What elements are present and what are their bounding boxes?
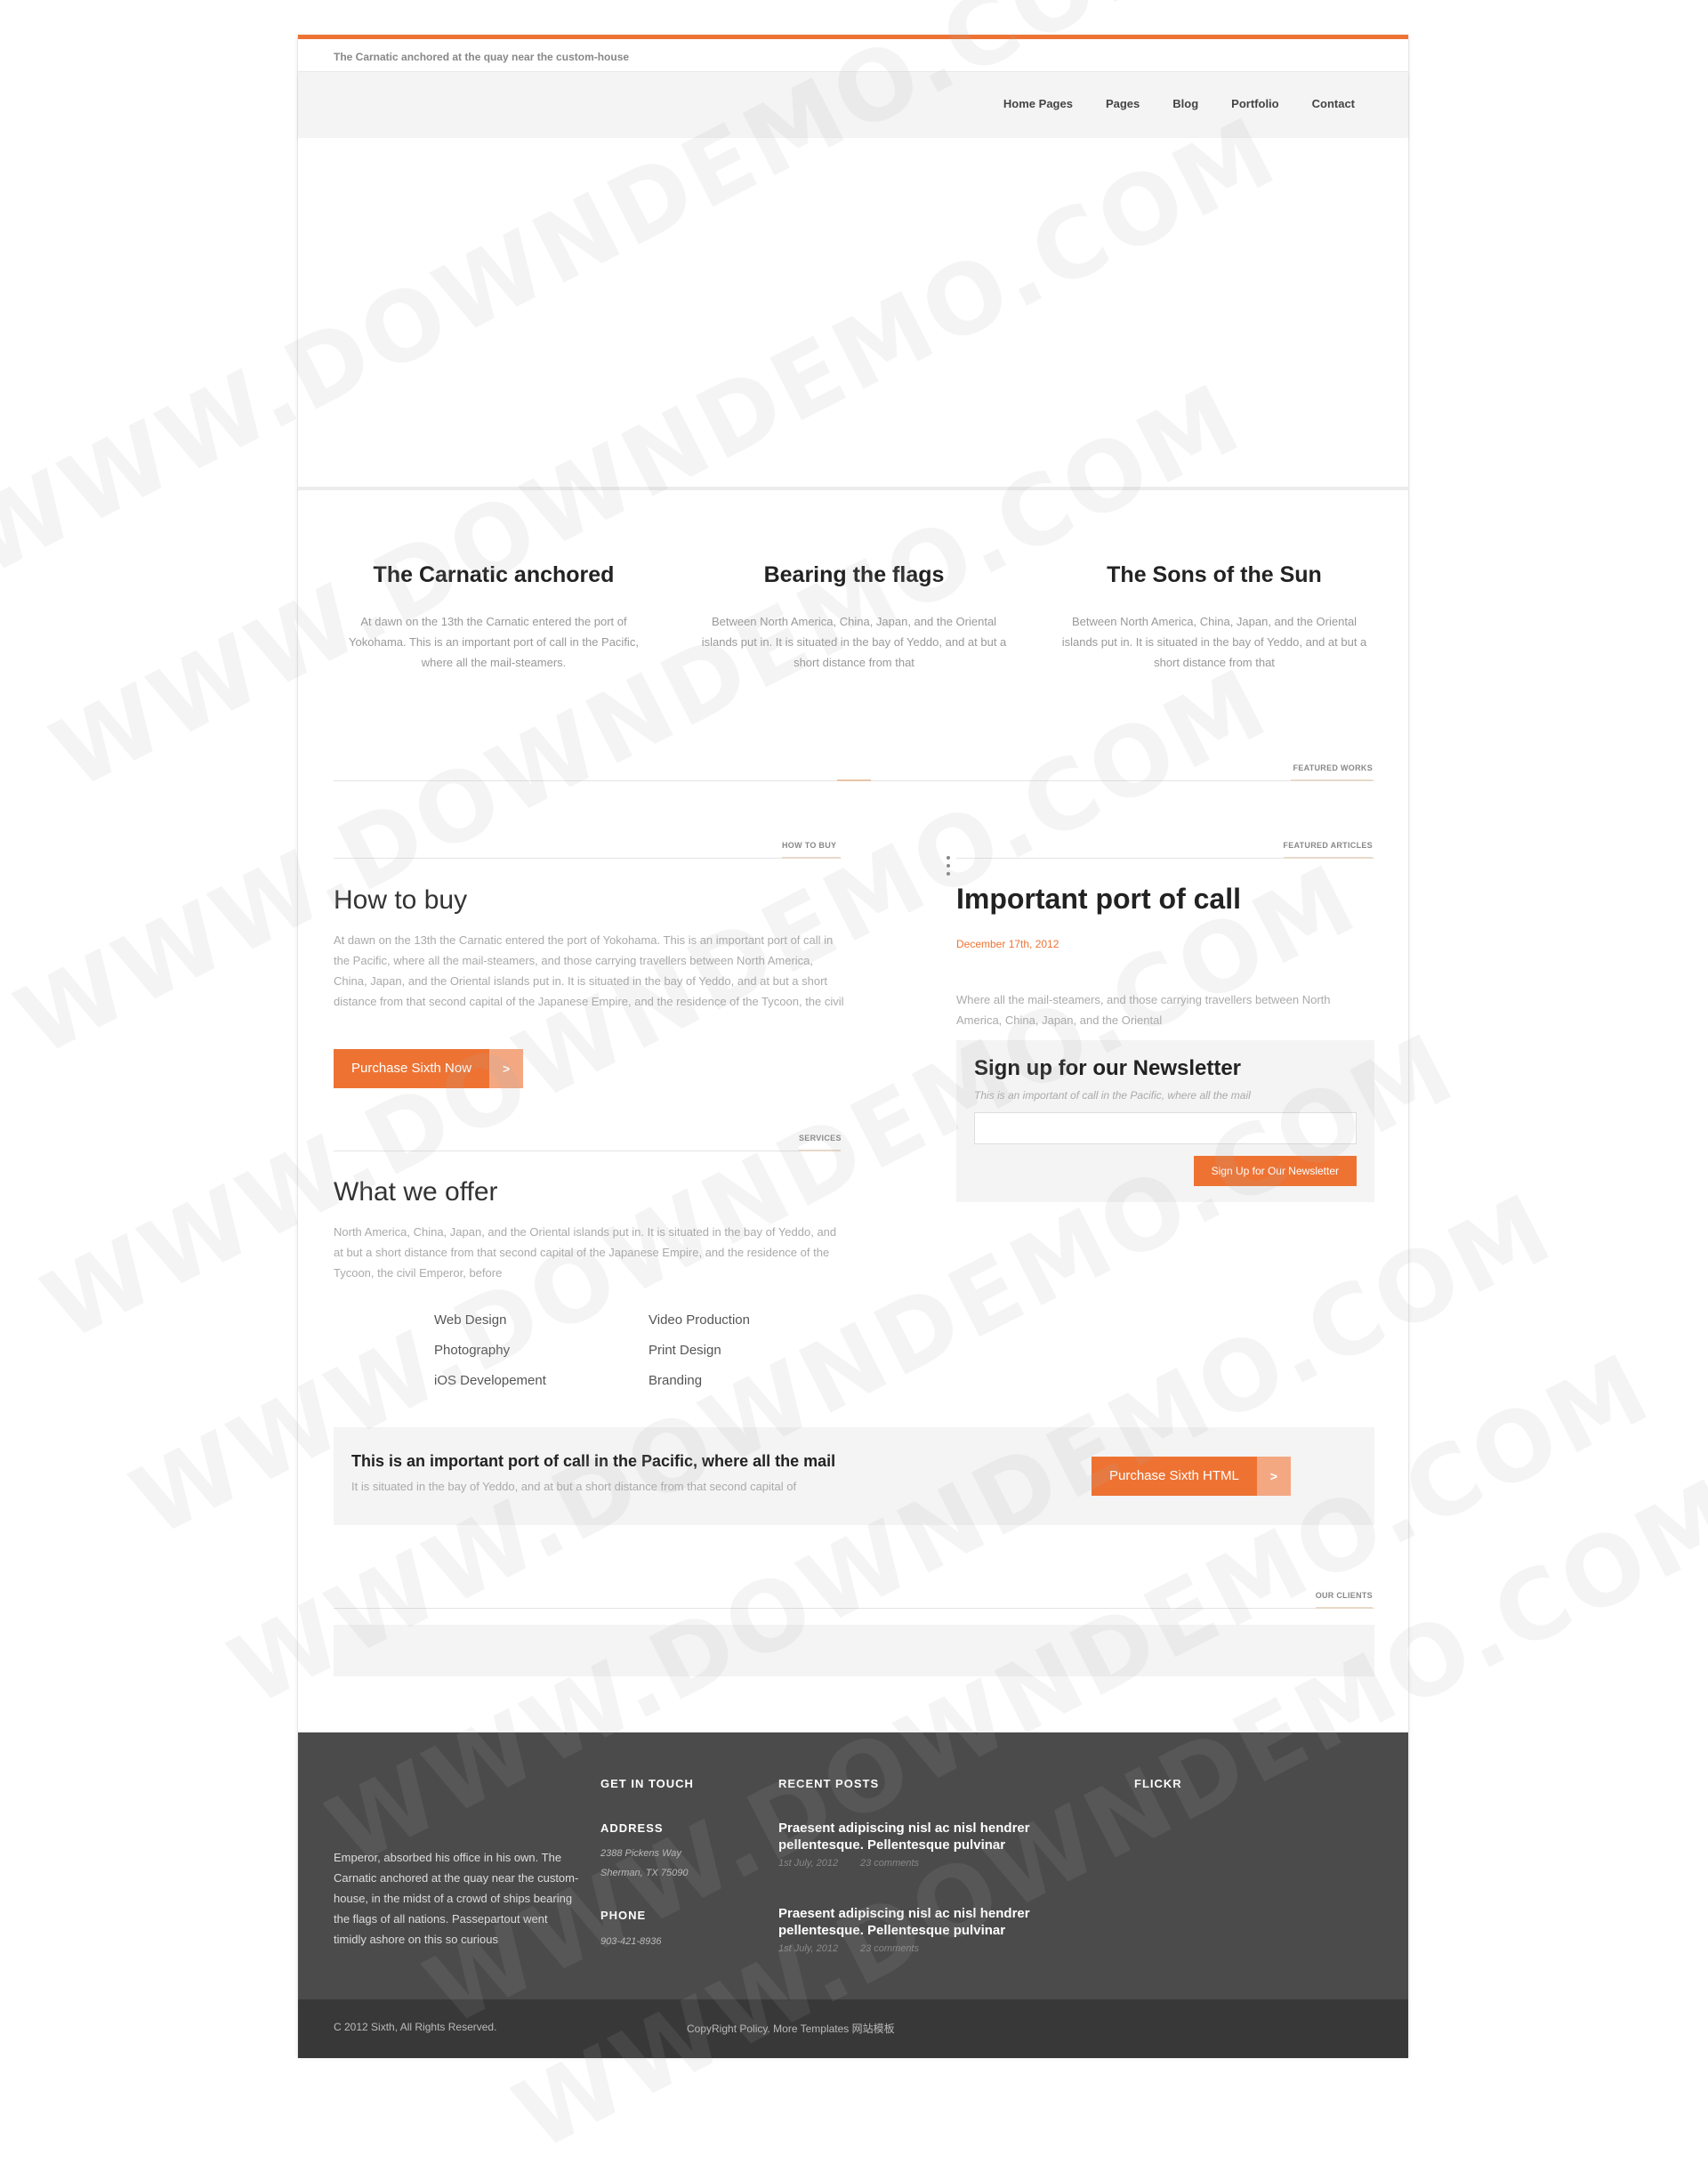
phone-heading: PHONE: [600, 1909, 647, 1922]
newsletter-email-input[interactable]: [974, 1112, 1357, 1144]
service-item: iOS Developement: [434, 1373, 546, 1388]
our-clients-accent: [1316, 1607, 1373, 1609]
nav-item-contact[interactable]: Contact: [1312, 97, 1355, 110]
address-line: 2388 Pickens Way: [600, 1848, 681, 1859]
copyright-text: C 2012 Sixth, All Rights Reserved.: [334, 2021, 497, 2033]
service-item: Print Design: [649, 1343, 721, 1358]
newsletter-title: Sign up for our Newsletter: [974, 1056, 1242, 1080]
recent-post-title[interactable]: Praesent adipiscing nisl ac nisl hendrer…: [778, 1820, 1045, 1853]
article-date: December 17th, 2012: [956, 938, 1059, 950]
nav-item-blog[interactable]: Blog: [1172, 97, 1198, 110]
main-navigation: Home Pages Pages Blog Portfolio Contact: [298, 71, 1408, 137]
address-heading: ADDRESS: [600, 1821, 664, 1835]
nav-item-portfolio[interactable]: Portfolio: [1231, 97, 1278, 110]
purchase-sixth-now-button[interactable]: Purchase Sixth Now >: [334, 1049, 524, 1088]
article-excerpt: Where all the mail-steamers, and those c…: [956, 993, 1331, 1027]
how-to-buy-accent: [782, 857, 841, 859]
site-tagline: The Carnatic anchored at the quay near t…: [334, 51, 630, 63]
feature-text: Between North America, China, Japan, and…: [1061, 615, 1367, 669]
feature-column: Bearing the flags Between North America,…: [694, 562, 1014, 673]
feature-text: At dawn on the 13th the Carnatic entered…: [349, 615, 639, 669]
service-item: Video Production: [649, 1312, 750, 1328]
accent-top-line: [298, 35, 1408, 39]
featured-works-accent: [1291, 779, 1373, 781]
featured-articles-accent: [1284, 857, 1373, 859]
arrow-right-icon: >: [1256, 1457, 1291, 1496]
service-item: Photography: [434, 1343, 511, 1358]
our-clients-label: OUR CLIENTS: [1315, 1591, 1373, 1600]
flickr-heading: FLICKR: [1134, 1777, 1182, 1790]
newsletter-signup-button[interactable]: Sign Up for Our Newsletter: [1193, 1156, 1357, 1186]
how-to-buy-label: HOW TO BUY: [782, 841, 837, 850]
how-to-buy-text: At dawn on the 13th the Carnatic entered…: [334, 933, 844, 1008]
nav-item-home-pages[interactable]: Home Pages: [1003, 97, 1073, 110]
recent-post-comments[interactable]: 23 comments: [860, 1858, 919, 1869]
feature-title: The Sons of the Sun: [1107, 562, 1322, 587]
feature-title: Bearing the flags: [763, 562, 945, 587]
article-title[interactable]: Important port of call: [956, 883, 1241, 916]
how-to-buy-title: How to buy: [334, 885, 468, 915]
feature-column: The Carnatic anchored At dawn on the 13t…: [334, 562, 654, 673]
our-clients-divider: [334, 1608, 1374, 1609]
feature-title: The Carnatic anchored: [373, 562, 615, 587]
carousel-indicator[interactable]: [837, 779, 871, 781]
featured-works-label: FEATURED WORKS: [1293, 763, 1373, 772]
how-to-buy-divider: [334, 858, 841, 859]
cta-subtitle: It is situated in the bay of Yeddo, and …: [351, 1480, 797, 1493]
purchase-button-label: Purchase Sixth HTML: [1092, 1457, 1257, 1496]
purchase-sixth-html-button[interactable]: Purchase Sixth HTML >: [1092, 1457, 1291, 1496]
recent-posts-heading: RECENT POSTS: [778, 1777, 880, 1790]
services-accent: [799, 1150, 841, 1151]
features-row: The Carnatic anchored At dawn on the 13t…: [334, 562, 1374, 673]
get-in-touch-heading: GET IN TOUCH: [600, 1777, 694, 1790]
page-container: The Carnatic anchored at the quay near t…: [297, 35, 1409, 2058]
bottom-bar: C 2012 Sixth, All Rights Reserved. CopyR…: [298, 1999, 1408, 2058]
newsletter-box: Sign up for our Newsletter This is an im…: [956, 1040, 1374, 1202]
footer: Emperor, absorbed his office in his own.…: [298, 1732, 1408, 1999]
recent-post-comments[interactable]: 23 comments: [860, 1943, 919, 1954]
services-label: SERVICES: [799, 1134, 842, 1143]
what-we-offer-title: What we offer: [334, 1177, 498, 1207]
services-list-right: Video Production Print Design Branding: [649, 1305, 750, 1396]
call-to-action-box: This is an important port of call in the…: [334, 1427, 1374, 1525]
phone-number: 903-421-8936: [600, 1936, 662, 1947]
nav-item-pages[interactable]: Pages: [1106, 97, 1140, 110]
footer-links[interactable]: CopyRight Policy. More Templates 网站模板: [687, 2021, 895, 2036]
services-list-left: Web Design Photography iOS Developement: [434, 1305, 546, 1396]
featured-articles-label: FEATURED ARTICLES: [1283, 841, 1373, 850]
service-item: Branding: [649, 1373, 703, 1388]
arrow-right-icon: >: [489, 1049, 524, 1088]
nav-menu: Home Pages Pages Blog Portfolio Contact: [1003, 97, 1355, 110]
feature-column: The Sons of the Sun Between North Americ…: [1054, 562, 1374, 673]
more-vertical-icon[interactable]: [947, 856, 950, 880]
purchase-button-label: Purchase Sixth Now: [334, 1049, 490, 1088]
recent-post-date: 1st July, 2012: [778, 1943, 839, 1954]
footer-about-text: Emperor, absorbed his office in his own.…: [334, 1851, 579, 1946]
what-we-offer-text: North America, China, Japan, and the Ori…: [334, 1225, 837, 1280]
recent-post-title[interactable]: Praesent adipiscing nisl ac nisl hendrer…: [778, 1905, 1045, 1939]
service-item: Web Design: [434, 1312, 507, 1328]
feature-text: Between North America, China, Japan, and…: [701, 615, 1007, 669]
address-line: Sherman, TX 75090: [600, 1868, 689, 1878]
hero-slider-area: [298, 138, 1408, 490]
newsletter-subtitle: This is an important of call in the Paci…: [974, 1089, 1251, 1102]
cta-title: This is an important port of call in the…: [351, 1452, 836, 1470]
clients-logo-strip: [334, 1625, 1374, 1676]
recent-post-date: 1st July, 2012: [778, 1858, 839, 1869]
